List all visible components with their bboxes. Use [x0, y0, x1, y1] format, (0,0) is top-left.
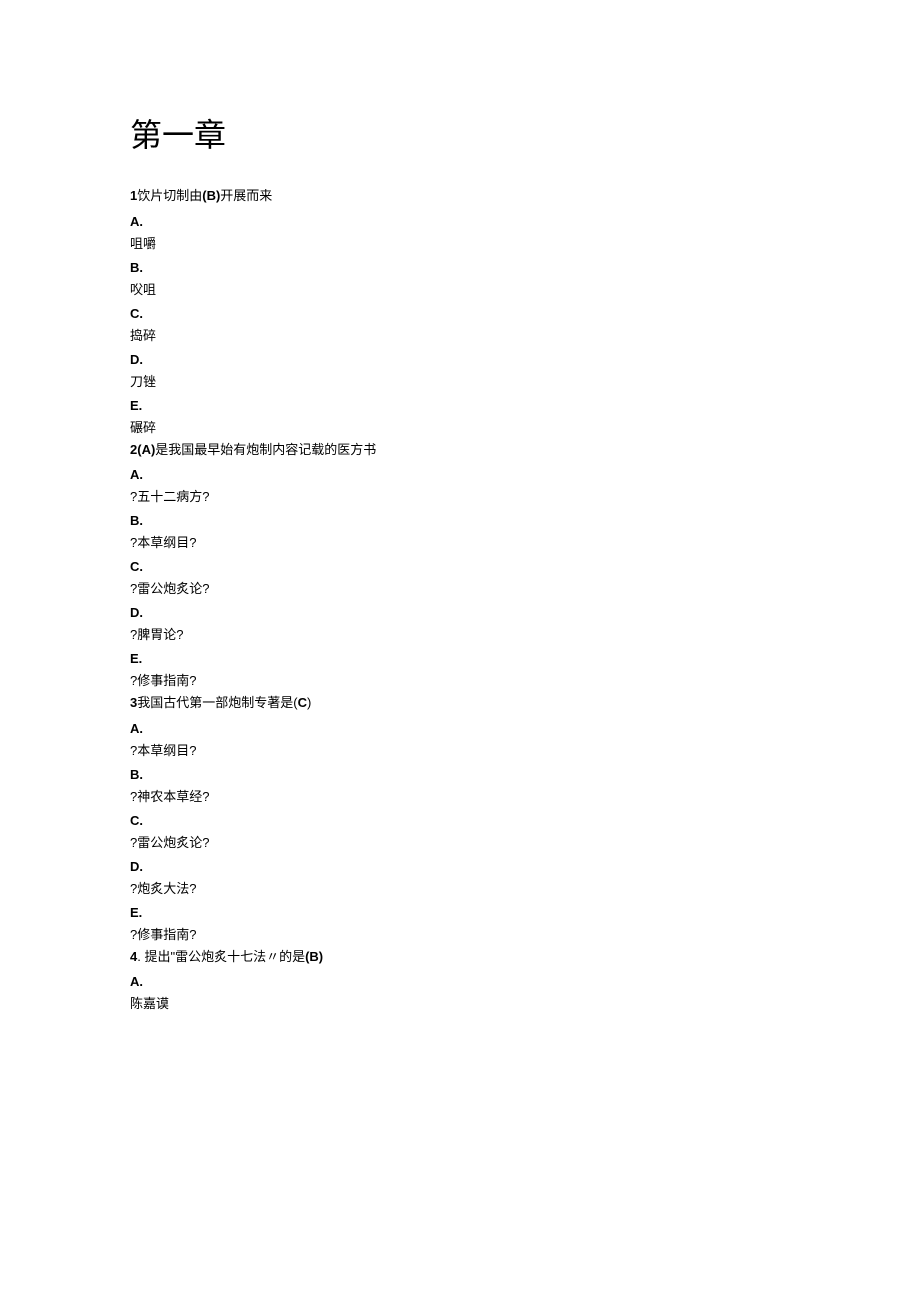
option-letter: E. [130, 905, 790, 920]
option-text: 陈嘉谟 [130, 993, 790, 1012]
option-text: ?神农本草经? [130, 786, 790, 805]
option-text: ?本草纲目? [130, 740, 790, 759]
option-letter: D. [130, 352, 790, 367]
option-letter: B. [130, 767, 790, 782]
question-3: 3我国古代第一部炮制专著是(C) [130, 693, 790, 713]
option-text: ?修事指南? [130, 924, 790, 943]
chapter-title: 第一章 [130, 110, 790, 156]
option-letter: C. [130, 559, 790, 574]
option-letter: B. [130, 260, 790, 275]
option-letter: A. [130, 721, 790, 736]
option-text: 㕮咀 [130, 279, 790, 298]
option-letter: A. [130, 467, 790, 482]
question-text-after: 开展而来 [220, 188, 272, 203]
option-letter: A. [130, 214, 790, 229]
option-letter: C. [130, 813, 790, 828]
question-4: 4. 提出"雷公炮炙十七法〃的是(B) [130, 947, 790, 967]
question-answer: (A) [137, 442, 155, 457]
option-text: ?雷公炮炙论? [130, 578, 790, 597]
option-letter: A. [130, 974, 790, 989]
option-text: 捣碎 [130, 325, 790, 344]
option-letter: D. [130, 859, 790, 874]
option-text: ?本草纲目? [130, 532, 790, 551]
question-answer: C [298, 695, 307, 710]
option-text: ?修事指南? [130, 670, 790, 689]
question-1: 1饮片切制由(B)开展而来 [130, 186, 790, 206]
option-text: ?五十二病方? [130, 486, 790, 505]
option-text: ?炮炙大法? [130, 878, 790, 897]
option-letter: C. [130, 306, 790, 321]
option-text: 咀嚼 [130, 233, 790, 252]
option-text: ?雷公炮炙论? [130, 832, 790, 851]
option-letter: E. [130, 398, 790, 413]
question-text-before: 饮片切制由 [137, 188, 202, 203]
question-text-after: ) [307, 695, 311, 710]
question-text-after: 是我国最早始有炮制内容记载的医方书 [155, 442, 376, 457]
question-2: 2(A)是我国最早始有炮制内容记载的医方书 [130, 440, 790, 460]
option-text: ?脾胃论? [130, 624, 790, 643]
question-answer: (B) [202, 188, 220, 203]
option-letter: E. [130, 651, 790, 666]
question-answer: (B) [305, 949, 323, 964]
option-letter: B. [130, 513, 790, 528]
option-letter: D. [130, 605, 790, 620]
question-text-before: . 提出"雷公炮炙十七法〃的是 [137, 949, 305, 964]
option-text: 碾碎 [130, 417, 790, 436]
option-text: 刀锉 [130, 371, 790, 390]
question-text-before: 我国古代第一部炮制专著是( [137, 695, 297, 710]
